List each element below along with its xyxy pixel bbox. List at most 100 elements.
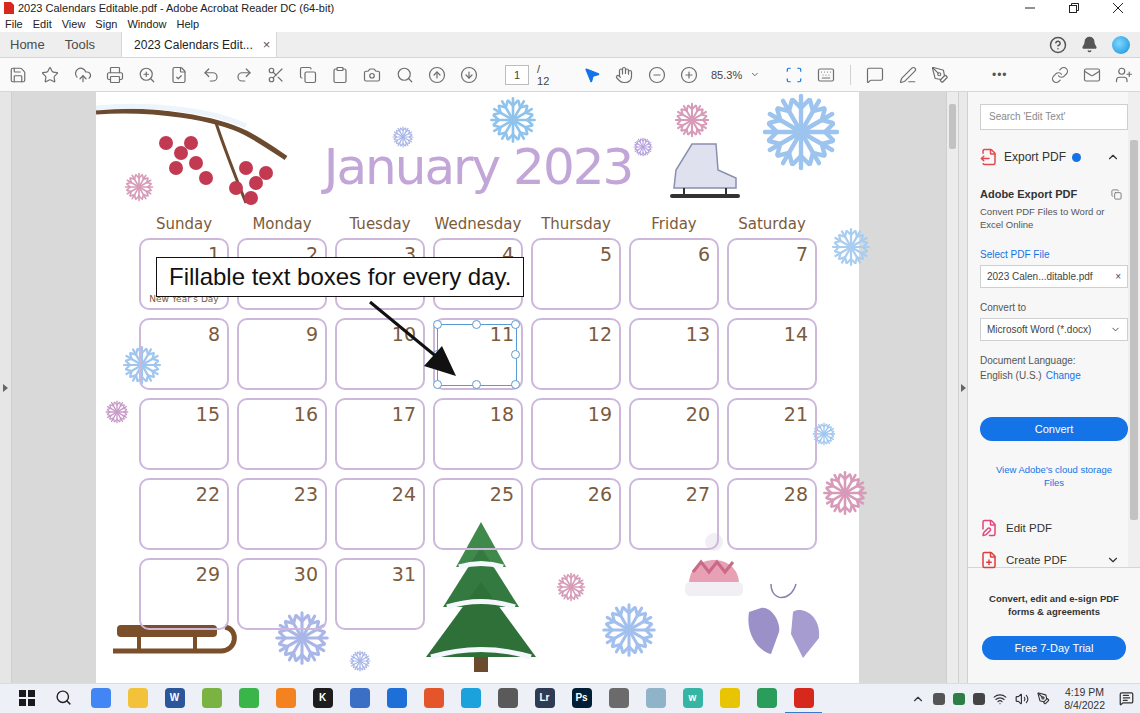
scissors-button[interactable]	[260, 60, 292, 90]
previous-page-button[interactable]	[421, 60, 453, 90]
day-cell[interactable]: 31	[335, 558, 425, 630]
more-tools-button[interactable]: •••	[976, 68, 1024, 82]
menu-item[interactable]: Edit	[33, 18, 52, 30]
day-cell[interactable]: 14	[727, 318, 817, 390]
taskbar-app[interactable]	[82, 684, 119, 713]
menu-item[interactable]: File	[5, 18, 23, 30]
taskbar-app[interactable]	[711, 684, 748, 713]
day-cell[interactable]: 21	[727, 398, 817, 470]
nav-item[interactable]: Tools	[65, 32, 95, 57]
select-file-link[interactable]: Select PDF File	[980, 249, 1128, 260]
star-button[interactable]	[34, 60, 66, 90]
left-panel-toggle[interactable]	[0, 92, 12, 683]
taskbar-app[interactable]	[785, 684, 822, 713]
export-pdf-header[interactable]: Export PDF	[980, 148, 1128, 166]
day-cell[interactable]: 13	[629, 318, 719, 390]
taskbar-app[interactable]	[230, 684, 267, 713]
window-min-icon[interactable]	[1025, 3, 1035, 13]
tray-expand-icon[interactable]	[911, 692, 925, 706]
free-trial-button[interactable]: Free 7-Day Trial	[982, 636, 1126, 660]
day-cell[interactable]: 5	[531, 238, 621, 310]
day-cell[interactable]: 29	[139, 558, 229, 630]
find-button[interactable]	[388, 60, 420, 90]
resize-handle[interactable]	[472, 380, 481, 389]
nav-item[interactable]: Home	[10, 32, 45, 57]
day-cell[interactable]: 20	[629, 398, 719, 470]
taskbar-app[interactable]	[193, 684, 230, 713]
taskbar-app[interactable]	[637, 684, 674, 713]
day-cell[interactable]: 22	[139, 478, 229, 550]
tray-app-icon[interactable]	[953, 693, 965, 705]
tool-item[interactable]: Edit PDF	[980, 519, 1128, 537]
taskbar-app[interactable]	[341, 684, 378, 713]
chevron-down-icon[interactable]	[1106, 553, 1120, 567]
comment-button[interactable]	[859, 60, 891, 90]
redo-button[interactable]	[227, 60, 259, 90]
keyboard-button[interactable]	[810, 60, 842, 90]
volume-icon[interactable]	[1015, 692, 1029, 706]
tool-item[interactable]: Create PDF	[980, 551, 1128, 569]
resize-handle[interactable]	[511, 350, 520, 359]
day-cell[interactable]: 28	[727, 478, 817, 550]
start-button[interactable]	[8, 684, 45, 713]
document-scrollbar[interactable]	[946, 92, 958, 683]
taskbar-app[interactable]: W	[156, 684, 193, 713]
account-avatar[interactable]	[1112, 36, 1130, 54]
day-cell[interactable]: 30	[237, 558, 327, 630]
help-icon[interactable]	[1049, 36, 1067, 54]
taskbar-app[interactable]	[600, 684, 637, 713]
resize-handle[interactable]	[433, 320, 442, 329]
resize-handle[interactable]	[433, 380, 442, 389]
day-cell[interactable]: 16	[237, 398, 327, 470]
pane-toggle[interactable]	[958, 92, 968, 683]
day-cell[interactable]: 10	[335, 318, 425, 390]
pen-tray-icon[interactable]	[1037, 692, 1050, 705]
taskbar-app[interactable]: K	[304, 684, 341, 713]
file-check-button[interactable]	[163, 60, 195, 90]
select-tool-button[interactable]	[576, 60, 608, 90]
day-cell[interactable]: 6	[629, 238, 719, 310]
clipboard-button[interactable]	[324, 60, 356, 90]
copy-button[interactable]	[292, 60, 324, 90]
camera-button[interactable]	[356, 60, 388, 90]
day-cell[interactable]: 15	[139, 398, 229, 470]
search-button[interactable]	[45, 684, 82, 713]
sign-button[interactable]	[924, 60, 956, 90]
clear-file-button[interactable]: ×	[1115, 271, 1121, 282]
resize-handle[interactable]	[511, 320, 520, 329]
close-button[interactable]	[1096, 0, 1140, 16]
menu-item[interactable]: Window	[127, 18, 166, 30]
printer-button[interactable]	[99, 60, 131, 90]
maximize-button[interactable]	[1052, 0, 1096, 16]
fit-page-button[interactable]	[778, 60, 810, 90]
file-field[interactable]: 2023 Calen...ditable.pdf×	[980, 265, 1128, 288]
resize-handle[interactable]	[472, 320, 481, 329]
bell-icon[interactable]	[1081, 36, 1098, 53]
change-language-link[interactable]: Change	[1046, 370, 1081, 381]
email-button[interactable]	[1076, 60, 1108, 90]
copy-icon[interactable]	[1111, 189, 1122, 200]
chevron-up-icon[interactable]	[1106, 150, 1120, 164]
day-cell[interactable]: 18	[433, 398, 523, 470]
share-user-button[interactable]	[1108, 60, 1140, 90]
menu-item[interactable]: Help	[177, 18, 200, 30]
menu-item[interactable]: Sign	[95, 18, 117, 30]
text-field-selection[interactable]	[437, 324, 517, 386]
page-input[interactable]: 1	[505, 65, 529, 85]
clock[interactable]: 4:19 PM8/4/2022	[1058, 686, 1111, 712]
day-cell[interactable]: 17	[335, 398, 425, 470]
minimize-button[interactable]	[1008, 0, 1052, 16]
tools-search-field[interactable]: Search 'Edit Text'	[980, 104, 1128, 130]
taskbar-app[interactable]	[748, 684, 785, 713]
taskbar-app[interactable]	[378, 684, 415, 713]
taskbar-app[interactable]	[452, 684, 489, 713]
day-cell[interactable]: 12	[531, 318, 621, 390]
pane-scrollbar[interactable]	[1128, 92, 1140, 567]
taskbar-app[interactable]	[119, 684, 156, 713]
windows-start-icon[interactable]	[19, 690, 35, 706]
menu-item[interactable]: View	[62, 18, 86, 30]
taskbar-app[interactable]	[267, 684, 304, 713]
tray-app-icon[interactable]	[933, 693, 945, 705]
taskbar-app[interactable]	[489, 684, 526, 713]
document-tab[interactable]: 2023 Calendars Edit...×	[121, 32, 277, 57]
